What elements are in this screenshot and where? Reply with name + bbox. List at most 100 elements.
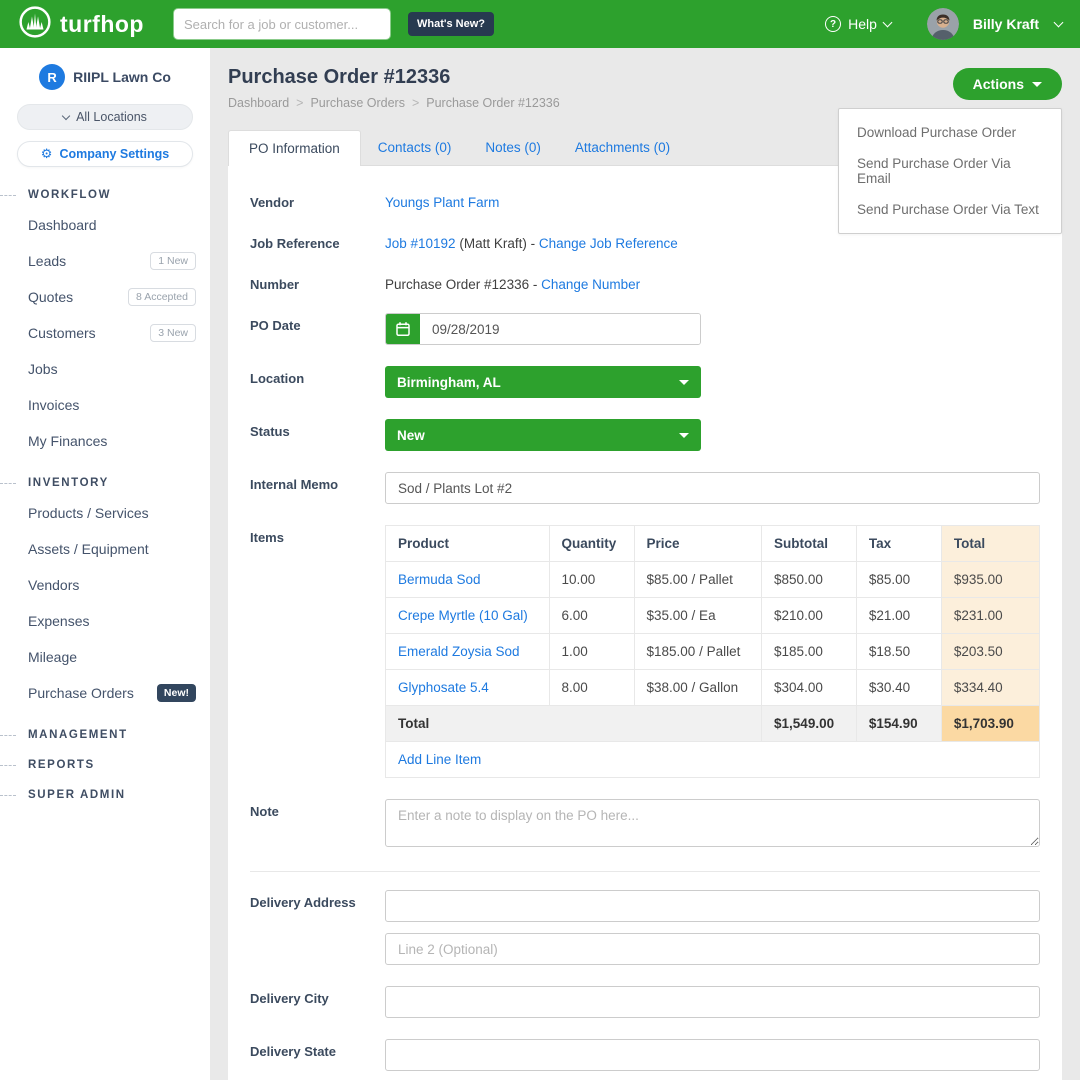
sidebar-item-products-services[interactable]: Products / Services bbox=[0, 495, 210, 531]
whats-new-button[interactable]: What's New? bbox=[408, 12, 494, 36]
internal-memo-label: Internal Memo bbox=[250, 472, 385, 492]
company-settings-label: Company Settings bbox=[59, 147, 169, 161]
dash-divider bbox=[0, 765, 16, 766]
note-label: Note bbox=[250, 799, 385, 819]
brand-logo[interactable]: turfhop bbox=[18, 5, 144, 44]
note-textarea[interactable] bbox=[385, 799, 1040, 847]
section-header-workflow: WORKFLOW bbox=[0, 189, 210, 201]
status-select[interactable]: New bbox=[385, 419, 701, 451]
menu-item-download-po[interactable]: Download Purchase Order bbox=[839, 117, 1061, 148]
delivery-state-row: Delivery State bbox=[250, 1039, 1040, 1071]
tab-attachments[interactable]: Attachments (0) bbox=[558, 130, 687, 165]
search-input[interactable] bbox=[174, 9, 390, 39]
menu-item-send-po-email[interactable]: Send Purchase Order Via Email bbox=[839, 148, 1061, 194]
breadcrumb-purchase-orders[interactable]: Purchase Orders bbox=[310, 96, 404, 110]
delivery-address-row: Delivery Address bbox=[250, 890, 1040, 965]
delivery-city-row: Delivery City bbox=[250, 986, 1040, 1018]
items-label: Items bbox=[250, 525, 385, 545]
location-select[interactable]: Birmingham, AL bbox=[385, 366, 701, 398]
change-number-link[interactable]: Change Number bbox=[541, 277, 640, 292]
sidebar-item-customers[interactable]: Customers 3 New bbox=[0, 315, 210, 351]
sidebar-item-mileage[interactable]: Mileage bbox=[0, 639, 210, 675]
total-label: Total bbox=[386, 706, 762, 742]
company-settings-button[interactable]: ⚙ Company Settings bbox=[17, 141, 193, 167]
delivery-address-input[interactable] bbox=[385, 890, 1040, 922]
delivery-address-line2-input[interactable] bbox=[385, 933, 1040, 965]
job-link[interactable]: Job #10192 bbox=[385, 236, 456, 251]
sidebar-item-leads[interactable]: Leads 1 New bbox=[0, 243, 210, 279]
caret-down-icon bbox=[679, 380, 689, 385]
delivery-state-label: Delivery State bbox=[250, 1039, 385, 1059]
product-link[interactable]: Emerald Zoysia Sod bbox=[398, 644, 520, 659]
breadcrumb-dashboard[interactable]: Dashboard bbox=[228, 96, 289, 110]
help-label: Help bbox=[848, 16, 877, 32]
location-selector[interactable]: All Locations bbox=[17, 104, 193, 130]
table-row: Emerald Zoysia Sod 1.00 $185.00 / Pallet… bbox=[386, 634, 1040, 670]
location-row: Location Birmingham, AL bbox=[250, 366, 1040, 398]
actions-button[interactable]: Actions bbox=[953, 68, 1062, 100]
product-link[interactable]: Glyphosate 5.4 bbox=[398, 680, 489, 695]
section-header-super-admin[interactable]: SUPER ADMIN bbox=[0, 789, 210, 801]
quotes-badge: 8 Accepted bbox=[128, 288, 196, 306]
chevron-down-icon bbox=[882, 18, 892, 28]
add-line-item-link[interactable]: Add Line Item bbox=[398, 752, 481, 767]
po-date-input[interactable] bbox=[420, 314, 700, 344]
sidebar-item-vendors[interactable]: Vendors bbox=[0, 567, 210, 603]
grass-logo-icon bbox=[18, 5, 52, 44]
items-row: Items Product Quantity Price Subtotal Ta… bbox=[250, 525, 1040, 778]
vendor-link[interactable]: Youngs Plant Farm bbox=[385, 195, 499, 210]
section-header-management[interactable]: MANAGEMENT bbox=[0, 729, 210, 741]
main-content: Purchase Order #12336 Dashboard > Purcha… bbox=[210, 48, 1080, 1080]
tab-contacts[interactable]: Contacts (0) bbox=[361, 130, 469, 165]
sidebar: R RIIPL Lawn Co All Locations ⚙ Company … bbox=[0, 48, 210, 1080]
add-line-item-row: Add Line Item bbox=[386, 742, 1040, 778]
product-link[interactable]: Bermuda Sod bbox=[398, 572, 481, 587]
grand-total: $1,703.90 bbox=[941, 706, 1039, 742]
tab-po-information[interactable]: PO Information bbox=[228, 130, 361, 166]
user-avatar[interactable] bbox=[927, 8, 959, 40]
company-logo-icon: R bbox=[39, 64, 65, 90]
sidebar-item-invoices[interactable]: Invoices bbox=[0, 387, 210, 423]
vendor-label: Vendor bbox=[250, 190, 385, 210]
help-menu[interactable]: ? Help bbox=[825, 16, 891, 32]
caret-down-icon bbox=[679, 433, 689, 438]
internal-memo-input[interactable] bbox=[385, 472, 1040, 504]
delivery-state-input[interactable] bbox=[385, 1039, 1040, 1071]
sidebar-item-expenses[interactable]: Expenses bbox=[0, 603, 210, 639]
user-name[interactable]: Billy Kraft bbox=[973, 16, 1039, 32]
tab-notes[interactable]: Notes (0) bbox=[468, 130, 558, 165]
sidebar-item-quotes[interactable]: Quotes 8 Accepted bbox=[0, 279, 210, 315]
sidebar-item-jobs[interactable]: Jobs bbox=[0, 351, 210, 387]
status-row: Status New bbox=[250, 419, 1040, 451]
delivery-city-input[interactable] bbox=[385, 986, 1040, 1018]
dash-divider bbox=[0, 483, 16, 484]
dash-divider bbox=[0, 195, 16, 196]
menu-item-send-po-text[interactable]: Send Purchase Order Via Text bbox=[839, 194, 1061, 225]
company-header: R RIIPL Lawn Co bbox=[0, 64, 210, 90]
dash-divider bbox=[0, 795, 16, 796]
page-title: Purchase Order #12336 bbox=[228, 66, 1062, 89]
table-row: Glyphosate 5.4 8.00 $38.00 / Gallon $304… bbox=[386, 670, 1040, 706]
number-row: Number Purchase Order #12336 - Change Nu… bbox=[250, 272, 1040, 292]
job-reference-row: Job Reference Job #10192 (Matt Kraft) - … bbox=[250, 231, 1040, 251]
top-header: turfhop What's New? ? Help Billy Kraft bbox=[0, 0, 1080, 48]
product-link[interactable]: Crepe Myrtle (10 Gal) bbox=[398, 608, 528, 623]
internal-memo-row: Internal Memo bbox=[250, 472, 1040, 504]
section-header-reports[interactable]: REPORTS bbox=[0, 759, 210, 771]
sidebar-item-my-finances[interactable]: My Finances bbox=[0, 423, 210, 459]
po-information-panel: Vendor Youngs Plant Farm Job Reference J… bbox=[228, 165, 1062, 1080]
breadcrumb-separator: > bbox=[412, 96, 419, 110]
col-quantity: Quantity bbox=[549, 526, 634, 562]
section-header-inventory: INVENTORY bbox=[0, 477, 210, 489]
table-row: Crepe Myrtle (10 Gal) 6.00 $35.00 / Ea $… bbox=[386, 598, 1040, 634]
section-divider bbox=[250, 871, 1040, 872]
breadcrumb-separator: > bbox=[296, 96, 303, 110]
sidebar-item-assets-equipment[interactable]: Assets / Equipment bbox=[0, 531, 210, 567]
change-job-reference-link[interactable]: Change Job Reference bbox=[539, 236, 678, 251]
calendar-button[interactable] bbox=[386, 314, 420, 344]
po-date-label: PO Date bbox=[250, 313, 385, 333]
sidebar-item-dashboard[interactable]: Dashboard bbox=[0, 207, 210, 243]
company-name: RIIPL Lawn Co bbox=[73, 69, 171, 85]
sidebar-item-purchase-orders[interactable]: Purchase Orders New! bbox=[0, 675, 210, 711]
chevron-down-icon bbox=[1054, 18, 1064, 28]
